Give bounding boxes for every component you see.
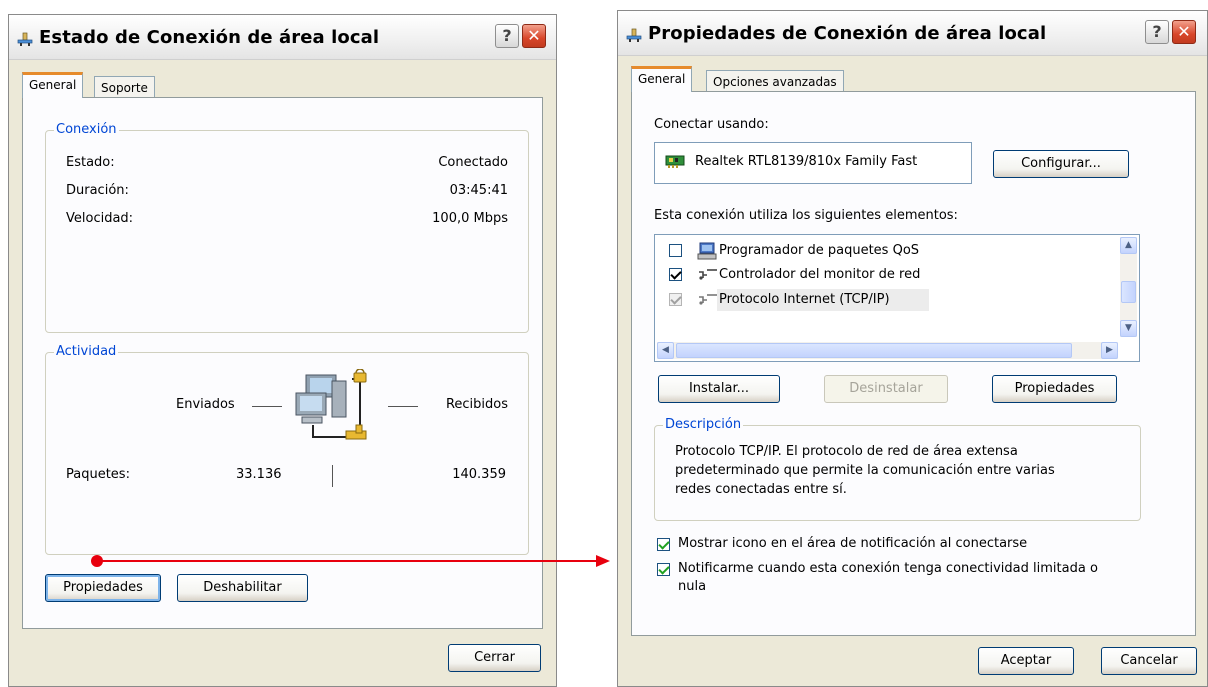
list-item[interactable]: Controlador del monitor de red — [655, 265, 1115, 285]
notify-limited-label-continued: nula — [678, 579, 707, 594]
disable-button[interactable]: Deshabilitar — [177, 574, 308, 602]
item-label: Protocolo Internet (TCP/IP) — [719, 292, 890, 307]
connect-using-label: Conectar usando: — [654, 117, 769, 132]
notify-limited-checkbox[interactable] — [657, 563, 670, 576]
status-window-titlebar[interactable]: Estado de Conexión de área local ? ✕ — [9, 15, 556, 60]
list-item-selected[interactable]: Protocolo Internet (TCP/IP) — [655, 289, 1115, 311]
item-checkbox[interactable] — [669, 268, 682, 281]
received-label: Recibidos — [445, 397, 508, 412]
status-window: Estado de Conexión de área local ? ✕ Gen… — [8, 14, 557, 687]
scroll-thumb[interactable] — [676, 343, 1072, 358]
install-button[interactable]: Instalar... — [658, 375, 780, 403]
network-activity-icon — [295, 369, 367, 440]
speed-label: Velocidad: — [66, 211, 134, 226]
scroll-left-icon[interactable]: ◀ — [657, 342, 674, 359]
duration-label: Duración: — [66, 183, 129, 198]
properties-general-panel: Conectar usando: Realtek RTL8139/810x Fa… — [631, 91, 1196, 636]
scroll-thumb[interactable] — [1121, 281, 1136, 303]
properties-button[interactable]: Propiedades — [45, 574, 161, 602]
configure-button[interactable]: Configurar... — [993, 150, 1129, 178]
close-button[interactable]: Cerrar — [448, 644, 541, 672]
activity-legend: Actividad — [54, 344, 119, 359]
network-protocol-icon — [699, 294, 717, 305]
horizontal-scrollbar[interactable]: ◀ ▶ — [657, 342, 1118, 359]
items-label: Esta conexión utiliza los siguientes ele… — [654, 208, 958, 223]
status-label: Estado: — [66, 155, 115, 170]
scroll-down-icon[interactable]: ▼ — [1120, 320, 1137, 337]
help-button[interactable]: ? — [1145, 20, 1169, 44]
item-checkbox[interactable] — [669, 244, 682, 257]
item-checkbox[interactable] — [669, 293, 682, 306]
qos-scheduler-icon — [697, 242, 717, 260]
item-label: Controlador del monitor de red — [719, 267, 921, 282]
status-window-title: Estado de Conexión de área local — [39, 27, 380, 48]
network-adapter-icon — [665, 155, 685, 168]
packets-label: Paquetes: — [66, 467, 130, 482]
show-icon-label: Mostrar icono en el área de notificación… — [678, 536, 1028, 551]
description-group: Descripción Protocolo TCP/IP. El protoco… — [654, 417, 1141, 521]
item-label: Programador de paquetes QoS — [719, 243, 920, 258]
tab-general[interactable]: General — [631, 66, 693, 92]
properties-window-title: Propiedades de Conexión de área local — [648, 23, 1047, 44]
list-item[interactable]: Programador de paquetes QoS — [655, 241, 1115, 261]
help-button[interactable]: ? — [495, 24, 519, 48]
scroll-up-icon[interactable]: ▲ — [1120, 237, 1137, 254]
components-list[interactable]: Programador de paquetes QoS Controlador … — [654, 234, 1140, 362]
properties-window: Propiedades de Conexión de área local ? … — [617, 10, 1208, 687]
status-value: Conectado — [438, 155, 508, 170]
network-connection-icon — [626, 28, 642, 42]
speed-value: 100,0 Mbps — [432, 211, 508, 226]
accept-button[interactable]: Aceptar — [978, 647, 1074, 675]
network-connection-icon — [17, 32, 33, 46]
tab-general[interactable]: General — [22, 72, 84, 98]
uninstall-button: Desinstalar — [824, 375, 948, 403]
status-general-panel: Conexión Estado: Conectado Duración: 03:… — [22, 97, 543, 629]
packets-divider — [332, 465, 333, 487]
description-line: Protocolo TCP/IP. El protocolo de red de… — [675, 444, 1018, 459]
connection-legend: Conexión — [54, 122, 119, 137]
network-service-icon — [699, 269, 717, 280]
item-properties-button[interactable]: Propiedades — [992, 375, 1117, 403]
connection-group: Conexión Estado: Conectado Duración: 03:… — [45, 122, 529, 333]
close-window-button[interactable]: ✕ — [522, 24, 546, 48]
scroll-right-icon[interactable]: ▶ — [1101, 342, 1118, 359]
adapter-box: Realtek RTL8139/810x Family Fast — [654, 142, 972, 184]
activity-group: Actividad Enviados Recibidos Paquetes: 3 — [45, 344, 529, 555]
cancel-button[interactable]: Cancelar — [1101, 647, 1197, 675]
packets-sent-value: 33.136 — [236, 467, 282, 482]
description-legend: Descripción — [663, 417, 744, 432]
vertical-scrollbar[interactable]: ▲ ▼ — [1120, 237, 1137, 337]
tab-soporte[interactable]: Soporte — [94, 76, 155, 99]
properties-window-titlebar[interactable]: Propiedades de Conexión de área local ? … — [618, 11, 1207, 56]
sent-line — [252, 406, 282, 407]
packets-received-value: 140.359 — [452, 467, 506, 482]
sent-label: Enviados — [176, 397, 235, 412]
description-line: redes conectadas entre sí. — [675, 482, 847, 497]
adapter-name: Realtek RTL8139/810x Family Fast — [695, 154, 918, 169]
notify-limited-label: Notificarme cuando esta conexión tenga c… — [678, 561, 1098, 576]
show-icon-checkbox[interactable] — [657, 538, 670, 551]
close-window-button[interactable]: ✕ — [1172, 20, 1196, 44]
arrow-head — [596, 555, 610, 567]
received-line — [388, 406, 418, 407]
description-line: predeterminado que permite la comunicaci… — [675, 463, 1055, 478]
tab-advanced-options[interactable]: Opciones avanzadas — [706, 70, 844, 93]
duration-value: 03:45:41 — [449, 183, 508, 198]
